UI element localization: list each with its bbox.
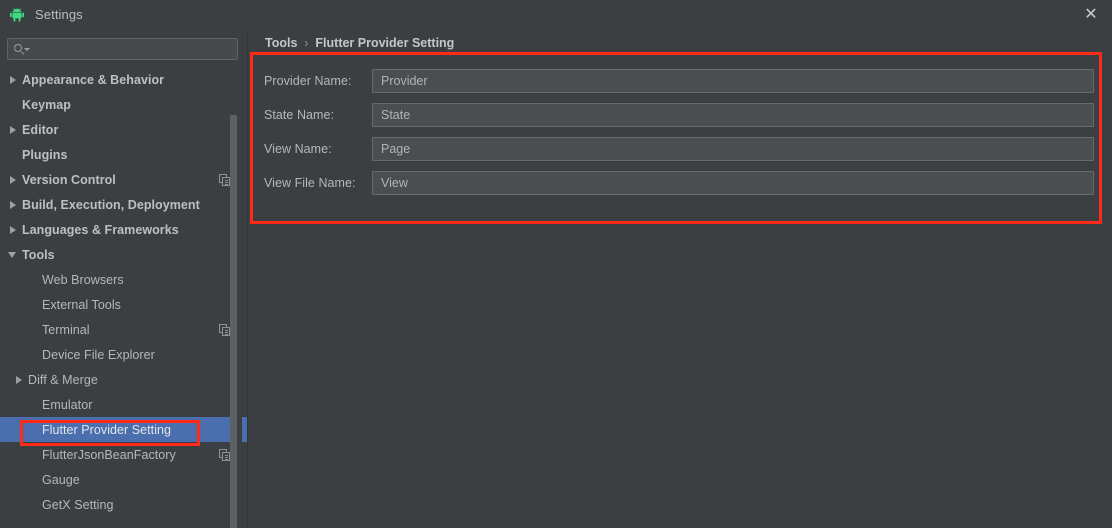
sidebar-item-label: Emulator: [42, 397, 93, 412]
sidebar-item-external-tools[interactable]: External Tools: [0, 292, 247, 317]
sidebar-item-web-browsers[interactable]: Web Browsers: [0, 267, 247, 292]
sidebar-item-label: Keymap: [22, 97, 71, 112]
sidebar-item-gauge[interactable]: Gauge: [0, 467, 247, 492]
input-view-name[interactable]: [372, 137, 1094, 161]
form-label-view-file-name: View File Name:: [264, 176, 356, 190]
sidebar-item-flutterjsonbeanfactory[interactable]: FlutterJsonBeanFactory: [0, 442, 247, 467]
chevron-right-icon: ›: [304, 36, 309, 50]
sidebar-item-plugins[interactable]: Plugins: [0, 142, 247, 167]
settings-tree: Appearance & Behavior Keymap Editor Plugins…: [0, 67, 247, 528]
sidebar-item-label: Version Control: [22, 172, 116, 187]
sidebar-item-tools[interactable]: Tools: [0, 242, 247, 267]
title-bar: Settings ✕: [0, 0, 1112, 29]
form-label-view-name: View Name:: [264, 142, 332, 156]
sidebar-item-label: Plugins: [22, 147, 68, 162]
sidebar-item-getx-setting[interactable]: GetX Setting: [0, 492, 247, 517]
sidebar-item-label: Appearance & Behavior: [22, 72, 165, 87]
sidebar-item-label: Diff & Merge: [28, 372, 98, 387]
settings-sidebar: Appearance & Behavior Keymap Editor Plugins…: [0, 29, 247, 528]
window-title: Settings: [35, 7, 83, 22]
settings-dialog: Settings ✕ Appearance & Behavior Keymap Ed…: [0, 0, 1112, 528]
sidebar-item-languages-frameworks[interactable]: Languages & Frameworks: [0, 217, 247, 242]
chevron-right-icon[interactable]: [8, 67, 22, 92]
sidebar-item-label: GetX Setting: [42, 497, 114, 512]
sidebar-item-label: Flutter Provider Setting: [42, 422, 172, 437]
search-box[interactable]: [7, 38, 238, 60]
sidebar-item-terminal[interactable]: Terminal: [0, 317, 247, 342]
chevron-down-icon[interactable]: [8, 242, 22, 267]
form-row-state-name: State Name:: [264, 98, 1094, 132]
sidebar-item-label: Languages & Frameworks: [22, 222, 179, 237]
chevron-right-icon[interactable]: [8, 217, 22, 242]
sidebar-item-editor[interactable]: Editor: [0, 117, 247, 142]
chevron-right-icon[interactable]: [14, 367, 28, 392]
sidebar-item-label: Web Browsers: [42, 272, 124, 287]
sidebar-scrollbar-track[interactable]: [230, 69, 242, 528]
sidebar-item-label: Editor: [22, 122, 59, 137]
input-view-file-name[interactable]: [372, 171, 1094, 195]
breadcrumb-leaf: Flutter Provider Setting: [315, 36, 455, 50]
search-icon: [14, 43, 30, 56]
form-row-provider-name: Provider Name:: [264, 64, 1094, 98]
chevron-right-icon[interactable]: [8, 192, 22, 217]
sidebar-item-label: Device File Explorer: [42, 347, 155, 362]
sidebar-item-label: Build, Execution, Deployment: [22, 197, 200, 212]
sidebar-item-label: FlutterJsonBeanFactory: [42, 447, 176, 462]
breadcrumb: Tools › Flutter Provider Setting: [265, 36, 454, 50]
form-label-state-name: State Name:: [264, 108, 335, 122]
sidebar-item-flutter-provider-setting[interactable]: Flutter Provider Setting: [0, 417, 247, 442]
form-row-view-file-name: View File Name:: [264, 166, 1094, 200]
sidebar-item-emulator[interactable]: Emulator: [0, 392, 247, 417]
sidebar-item-appearance-behavior[interactable]: Appearance & Behavior: [0, 67, 247, 92]
chevron-right-icon[interactable]: [8, 167, 22, 192]
chevron-right-icon[interactable]: [8, 117, 22, 142]
sidebar-item-version-control[interactable]: Version Control: [0, 167, 247, 192]
android-robot-icon: [8, 6, 26, 24]
form-row-view-name: View Name:: [264, 132, 1094, 166]
input-state-name[interactable]: [372, 103, 1094, 127]
sidebar-item-label: Gauge: [42, 472, 80, 487]
settings-form-panel: Provider Name: State Name: View Name: View …: [264, 64, 1094, 200]
sidebar-item-label: External Tools: [42, 297, 121, 312]
search-input[interactable]: [29, 42, 237, 56]
input-provider-name[interactable]: [372, 69, 1094, 93]
sidebar-item-label: Tools: [22, 247, 55, 262]
breadcrumb-root[interactable]: Tools: [265, 36, 297, 50]
form-label-provider-name: Provider Name:: [264, 74, 352, 88]
close-icon[interactable]: ✕: [1080, 4, 1102, 26]
settings-main-panel: Tools › Flutter Provider Setting Provide…: [248, 29, 1112, 528]
sidebar-item-diff-merge[interactable]: Diff & Merge: [0, 367, 247, 392]
sidebar-item-build-execution-deployment[interactable]: Build, Execution, Deployment: [0, 192, 247, 217]
sidebar-item-device-file-explorer[interactable]: Device File Explorer: [0, 342, 247, 367]
sidebar-scrollbar-thumb[interactable]: [230, 115, 237, 528]
sidebar-item-keymap[interactable]: Keymap: [0, 92, 247, 117]
sidebar-item-label: Terminal: [42, 322, 90, 337]
